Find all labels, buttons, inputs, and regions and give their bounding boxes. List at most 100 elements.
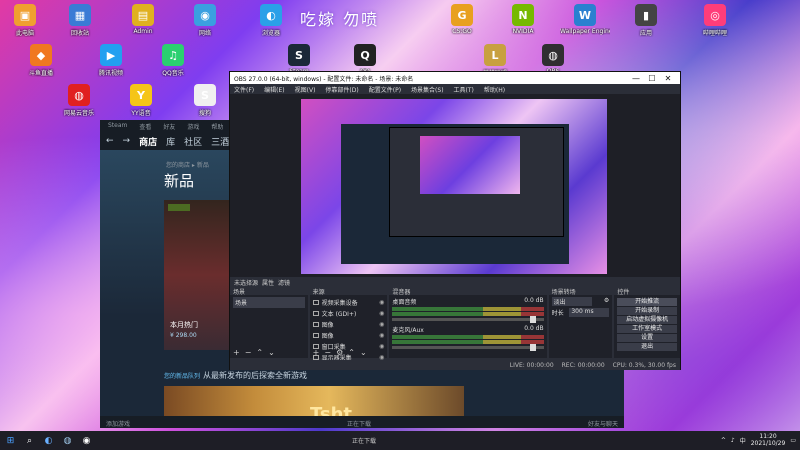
ime-indicator[interactable]: 中: [740, 436, 746, 445]
close-icon[interactable]: ✕: [660, 74, 676, 83]
settings-button[interactable]: 设置: [617, 334, 678, 342]
minimize-icon[interactable]: —: [628, 74, 644, 83]
tray-expand-icon[interactable]: ^: [721, 437, 726, 444]
desktop-icon[interactable]: ▶ 腾讯视频: [86, 44, 136, 77]
desktop-icon[interactable]: ▣ 此电脑: [0, 4, 50, 37]
scenes-title: 场景: [233, 289, 246, 296]
sources-dock-toolbar: + − ⚙ ⌃ ⌄: [310, 347, 388, 358]
obs-title-bar[interactable]: OBS 27.0.0 (64-bit, windows) - 配置文件: 未命名…: [230, 72, 680, 84]
volume-slider[interactable]: [392, 316, 544, 323]
notification-icon[interactable]: ▭: [790, 437, 796, 444]
menu-profile[interactable]: 配置文件(P): [369, 85, 401, 94]
eye-icon[interactable]: ◉: [379, 332, 384, 339]
menu-file[interactable]: 文件(F): [234, 85, 254, 94]
menu-docks[interactable]: 停靠部件(D): [325, 85, 358, 94]
forward-arrow-icon[interactable]: →: [123, 136, 131, 146]
start-recording-button[interactable]: 开始录制: [617, 307, 678, 315]
breadcrumb[interactable]: 您的商店 ▸ 新品: [166, 160, 209, 169]
start-streaming-button[interactable]: 开始推流: [617, 298, 678, 306]
app-icon: G: [451, 4, 473, 26]
desktop-icon[interactable]: ◉ 网络: [180, 4, 230, 37]
exit-button[interactable]: 退出: [617, 343, 678, 351]
add-icon[interactable]: +: [313, 348, 320, 357]
virtual-camera-button[interactable]: 启动虚拟摄像机: [617, 316, 678, 324]
steam-icon[interactable]: ◍: [61, 434, 74, 447]
menu-view[interactable]: 视图(V): [295, 85, 316, 94]
arrow-up-icon[interactable]: ⌃: [256, 348, 263, 357]
steam-menu-item[interactable]: 好友: [163, 122, 175, 131]
properties-button[interactable]: 属性: [262, 278, 274, 287]
desktop-icon[interactable]: Y YY语音: [116, 84, 166, 117]
source-list-item[interactable]: 文本 (GDI+) ◉: [312, 308, 384, 319]
source-list-item[interactable]: 图像 ◉: [312, 319, 384, 330]
steam-menu-item[interactable]: Steam: [108, 122, 127, 130]
volume-icon[interactable]: ♪: [731, 437, 735, 444]
desktop-icon[interactable]: W Wallpaper Engine: [560, 4, 610, 35]
mixer-channel-db: 0.0 dB: [524, 325, 544, 332]
rec-timer: REC: 00:00:00: [561, 362, 605, 369]
clock[interactable]: 11:20 2021/10/29: [751, 433, 786, 447]
downloads-status[interactable]: 正在下载: [347, 419, 371, 428]
menu-tools[interactable]: 工具(T): [454, 85, 474, 94]
steam-menu-item[interactable]: 帮助: [211, 122, 223, 131]
windows-start-icon[interactable]: ⊞: [4, 434, 17, 447]
gear-icon[interactable]: ⚙: [336, 348, 343, 357]
add-game-button[interactable]: 添加游戏: [106, 419, 130, 428]
mixer-channel-db: 0.0 dB: [524, 297, 544, 304]
search-icon[interactable]: ⌕: [23, 434, 36, 447]
remove-icon[interactable]: −: [324, 348, 331, 357]
eye-icon[interactable]: ◉: [379, 310, 384, 317]
menu-scene-collection[interactable]: 场景集合(S): [411, 85, 444, 94]
browser-icon[interactable]: ◐: [42, 434, 55, 447]
studio-mode-button[interactable]: 工作室模式: [617, 325, 678, 333]
friends-chat-button[interactable]: 好友与聊天: [588, 419, 618, 428]
duration-input[interactable]: 300 ms: [569, 308, 610, 317]
app-icon: ▦: [69, 4, 91, 26]
steam-menu-item[interactable]: 查看: [139, 122, 151, 131]
obs-window[interactable]: OBS 27.0.0 (64-bit, windows) - 配置文件: 未命名…: [229, 71, 681, 370]
menu-help[interactable]: 帮助(H): [484, 85, 505, 94]
arrow-up-icon[interactable]: ⌃: [348, 348, 355, 357]
scene-list-item[interactable]: 场景: [233, 297, 305, 308]
volume-slider-handle[interactable]: [529, 316, 536, 323]
steam-menu-item[interactable]: 游戏: [187, 122, 199, 131]
desktop-icon[interactable]: ◎ 哔哩哔哩: [690, 4, 740, 37]
remove-icon[interactable]: −: [245, 348, 252, 357]
arrow-down-icon[interactable]: ⌄: [268, 348, 275, 357]
desktop-icon[interactable]: ▮ 应用: [621, 4, 671, 37]
arrow-down-icon[interactable]: ⌄: [360, 348, 367, 357]
desktop-icon[interactable]: G CS:GO: [437, 4, 487, 35]
volume-slider-handle[interactable]: [529, 344, 536, 351]
desktop-icon[interactable]: ◆ 斗鱼直播: [16, 44, 66, 77]
obs-window-title: OBS 27.0.0 (64-bit, windows) - 配置文件: 未命名…: [234, 75, 414, 83]
desktop-icon[interactable]: ▦ 回收站: [55, 4, 105, 37]
desktop-icon[interactable]: ◍ 网易云音乐: [54, 84, 104, 117]
mixer-dock: 混音器 桌面音频 0.0 dB 麦克风/Aux 0.0 dB: [389, 286, 547, 358]
filters-button[interactable]: 滤镜: [278, 278, 290, 287]
eye-icon[interactable]: ◉: [379, 321, 384, 328]
desktop-icon[interactable]: ♫ QQ音乐: [148, 44, 198, 77]
add-icon[interactable]: +: [233, 348, 240, 357]
desktop-icon[interactable]: N NVIDIA: [498, 4, 548, 35]
new-queue-text[interactable]: 您的新品队列 从最新发布的后探索全新游戏: [164, 370, 307, 381]
menu-edit[interactable]: 编辑(E): [264, 85, 284, 94]
gear-icon[interactable]: ⚙: [604, 297, 609, 306]
obs-preview[interactable]: [230, 94, 680, 284]
nav-library[interactable]: 库: [166, 135, 175, 148]
desktop-icon[interactable]: ◐ 浏览器: [246, 4, 296, 37]
eye-icon[interactable]: ◉: [379, 299, 384, 306]
nav-community[interactable]: 社区: [184, 135, 202, 148]
source-list-item[interactable]: 视频采集设备 ◉: [312, 297, 384, 308]
obs-icon[interactable]: ◉: [80, 434, 93, 447]
nav-store[interactable]: 商店: [139, 135, 157, 148]
transition-type-select[interactable]: 淡出: [551, 297, 592, 306]
taskbar: ⊞ ⌕ ◐ ◍ ◉ 正在下载 ^ ♪ 中 11:20 2021/10/29 ▭: [0, 431, 800, 450]
back-arrow-icon[interactable]: ←: [106, 136, 114, 146]
volume-slider[interactable]: [392, 344, 544, 351]
desktop-icon[interactable]: ▤ Admin: [118, 4, 168, 35]
desktop-icon-label: 腾讯视频: [98, 70, 123, 77]
source-list-item[interactable]: 图像 ◉: [312, 330, 384, 341]
maximize-icon[interactable]: ☐: [644, 74, 660, 83]
nav-user[interactable]: 三酒: [211, 135, 229, 148]
desktop-icon[interactable]: S 搜狗: [180, 84, 230, 117]
